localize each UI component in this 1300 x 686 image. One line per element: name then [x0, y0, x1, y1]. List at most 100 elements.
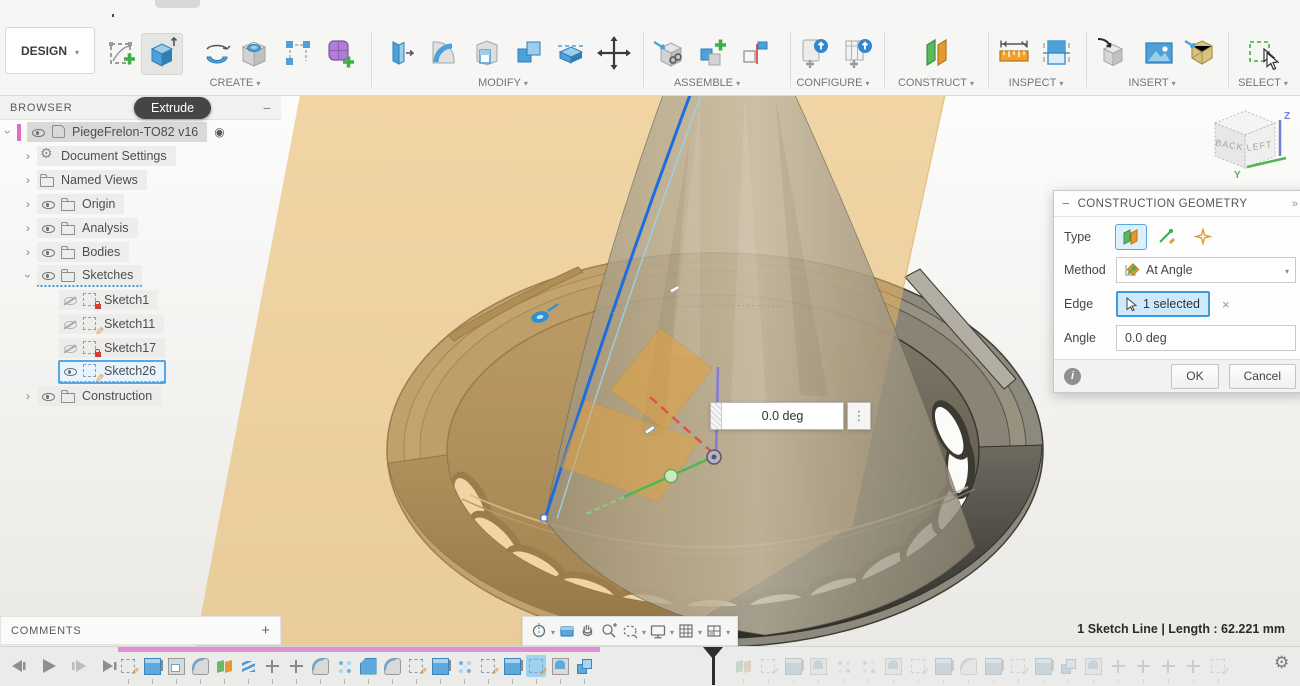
timeline-feature[interactable] — [358, 655, 378, 677]
select-group-label[interactable]: SELECT — [1238, 77, 1288, 89]
timeline-feature[interactable] — [382, 655, 402, 677]
timeline-feature[interactable] — [478, 655, 498, 677]
timeline-feature[interactable] — [406, 655, 426, 677]
browser-item[interactable]: Sketch17 — [0, 336, 281, 360]
timeline-feature[interactable] — [858, 655, 878, 677]
revolve-button[interactable] — [197, 33, 237, 73]
zoom-button[interactable] — [600, 622, 618, 640]
timeline-feature[interactable] — [310, 655, 330, 677]
configure-group-label[interactable]: CONFIGURE — [796, 77, 869, 89]
fit-button[interactable] — [621, 622, 646, 640]
expand-arrow-icon[interactable] — [22, 221, 34, 235]
mesh-create-button[interactable] — [321, 33, 361, 73]
ribbon-tab[interactable] — [342, 8, 344, 17]
measure-button[interactable] — [994, 33, 1034, 73]
visibility-eye-icon[interactable] — [40, 220, 56, 236]
timeline-feature[interactable] — [574, 655, 594, 677]
dialog-expand-icon[interactable]: » — [1292, 198, 1298, 210]
visibility-eye-icon[interactable] — [40, 196, 56, 212]
timeline-feature[interactable] — [334, 655, 354, 677]
timeline-feature[interactable] — [808, 655, 828, 677]
type-point-button[interactable] — [1188, 225, 1218, 249]
more-options-icon[interactable] — [847, 402, 871, 430]
viewports-button[interactable] — [705, 622, 730, 640]
angle-input[interactable]: 0.0 deg — [1116, 325, 1296, 351]
create-sketch-button[interactable] — [102, 33, 142, 73]
orbit-button[interactable] — [530, 622, 555, 640]
split-body-button[interactable] — [551, 33, 591, 73]
insert-derive-button[interactable] — [1093, 33, 1133, 73]
step-forward-button[interactable] — [68, 657, 90, 675]
timeline-feature[interactable] — [430, 655, 450, 677]
viewcube[interactable]: LEFT BACK Z Y — [1200, 98, 1300, 190]
browser-item[interactable]: Origin — [0, 192, 281, 216]
timeline-feature[interactable] — [262, 655, 282, 677]
configuration-table-button[interactable] — [839, 33, 879, 73]
browser-item[interactable]: Analysis — [0, 216, 281, 240]
timeline-feature[interactable] — [214, 655, 234, 677]
timeline-feature[interactable] — [1158, 655, 1178, 677]
visibility-eye-icon[interactable] — [62, 363, 78, 379]
configure-feature-button[interactable] — [795, 33, 835, 73]
type-plane-button[interactable] — [1116, 225, 1146, 249]
timeline-feature[interactable] — [550, 655, 570, 677]
timeline-feature[interactable] — [1108, 655, 1128, 677]
browser-collapse-button[interactable]: − — [263, 100, 271, 116]
visibility-eye-icon[interactable] — [40, 388, 56, 404]
timeline-feature[interactable] — [833, 655, 853, 677]
timeline-feature[interactable] — [983, 655, 1003, 677]
timeline-feature[interactable] — [1208, 655, 1228, 677]
display-settings-button[interactable] — [649, 622, 674, 640]
extrude-button[interactable] — [141, 33, 183, 75]
mesh-edit-button[interactable] — [278, 33, 318, 73]
insert-mesh-button[interactable] — [1181, 33, 1221, 73]
ribbon-tab[interactable] — [112, 8, 114, 17]
assemble-group-label[interactable]: ASSEMBLE — [674, 77, 740, 89]
timeline-settings-gear-icon[interactable] — [1274, 653, 1289, 673]
expand-arrow-icon[interactable] — [22, 173, 34, 187]
timeline-feature[interactable] — [933, 655, 953, 677]
timeline-feature[interactable] — [1058, 655, 1078, 677]
timeline-feature[interactable] — [190, 655, 210, 677]
pan-button[interactable] — [579, 622, 597, 640]
ribbon-tab[interactable] — [204, 8, 206, 17]
add-comment-button[interactable]: + — [261, 622, 270, 639]
timeline-feature[interactable] — [118, 655, 138, 677]
expand-arrow-icon[interactable] — [22, 149, 34, 163]
timeline-feature[interactable] — [1083, 655, 1103, 677]
edge-selection-chip[interactable]: 1 selected — [1116, 291, 1210, 317]
browser-item[interactable]: Sketches — [0, 264, 281, 288]
inspect-group-label[interactable]: INSPECT — [1009, 77, 1064, 89]
look-at-button[interactable] — [558, 622, 576, 640]
ribbon-tab[interactable] — [250, 8, 252, 17]
step-back-button[interactable] — [8, 657, 30, 675]
visibility-eye-icon[interactable] — [62, 340, 78, 356]
type-axis-button[interactable] — [1152, 225, 1182, 249]
play-button[interactable] — [38, 657, 60, 675]
timeline-feature[interactable] — [286, 655, 306, 677]
timeline-feature[interactable] — [166, 655, 186, 677]
dialog-header[interactable]: − CONSTRUCTION GEOMETRY » — [1054, 191, 1300, 217]
workspace-switcher[interactable]: DESIGN — [5, 27, 95, 74]
move-copy-button[interactable] — [594, 33, 634, 73]
timeline-feature[interactable] — [733, 655, 753, 677]
timeline-feature[interactable] — [758, 655, 778, 677]
create-group-label[interactable]: CREATE — [210, 77, 261, 89]
timeline-feature[interactable] — [142, 655, 162, 677]
timeline-feature[interactable] — [1183, 655, 1203, 677]
joint-button[interactable] — [693, 33, 733, 73]
info-icon[interactable]: i — [1064, 368, 1081, 385]
hole-button[interactable] — [234, 33, 274, 73]
insert-group-label[interactable]: INSERT — [1128, 77, 1175, 89]
browser-item[interactable]: Document Settings — [0, 144, 281, 168]
browser-item[interactable]: Bodies — [0, 240, 281, 264]
expand-arrow-icon[interactable] — [2, 125, 14, 139]
visibility-eye-icon[interactable] — [30, 124, 46, 140]
timeline-feature[interactable] — [1133, 655, 1153, 677]
method-dropdown[interactable]: At Angle — [1116, 257, 1296, 283]
clear-selection-button[interactable]: × — [1222, 297, 1230, 312]
bend-button[interactable] — [424, 33, 464, 73]
timeline-feature[interactable] — [238, 655, 258, 677]
browser-item[interactable]: Named Views — [0, 168, 281, 192]
expand-arrow-icon[interactable] — [22, 269, 34, 283]
